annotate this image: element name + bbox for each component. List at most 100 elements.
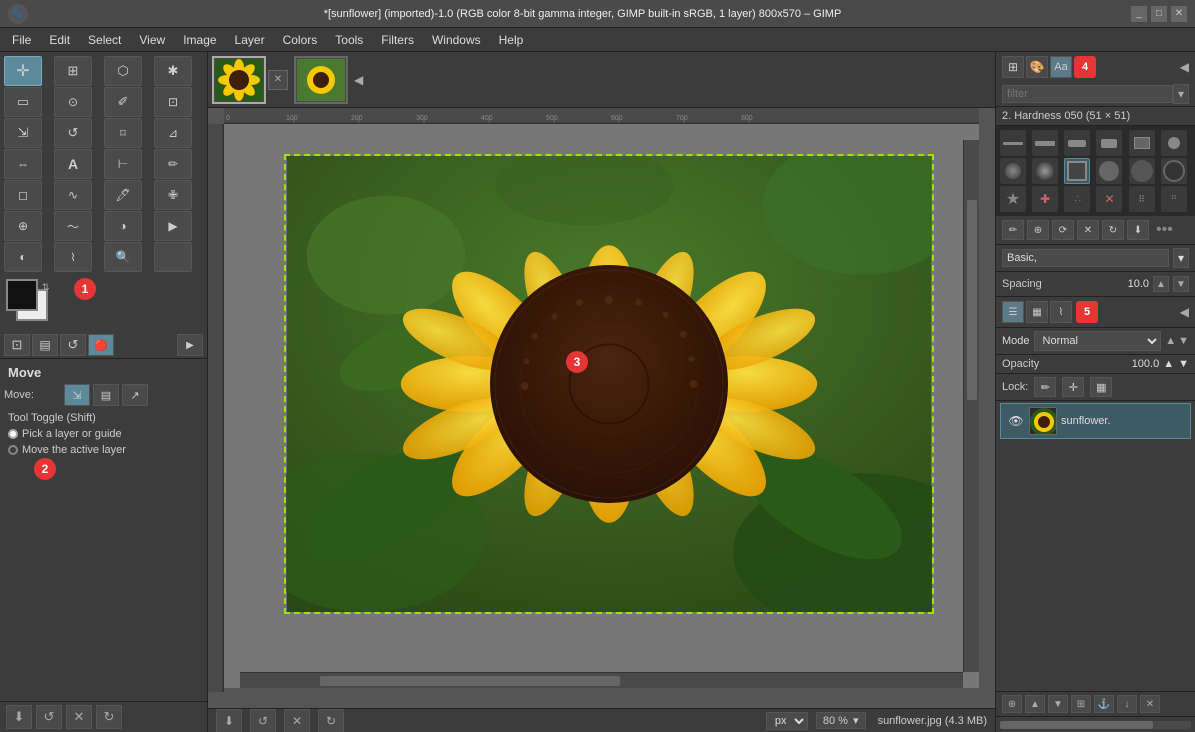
layer-ctrl-raise[interactable]: ▲ bbox=[1025, 695, 1045, 713]
tool-free-select[interactable]: ⬡ bbox=[104, 56, 142, 86]
mode-arrow-up[interactable]: ▲ bbox=[1165, 335, 1176, 347]
move-mode-btn2[interactable]: ▤ bbox=[93, 384, 119, 406]
move-mode-btn3[interactable]: ↗ bbox=[122, 384, 148, 406]
tool-path[interactable]: ⌇ bbox=[54, 242, 92, 272]
menu-view[interactable]: View bbox=[131, 31, 173, 49]
tool-ellipse-select[interactable]: ⊙ bbox=[54, 87, 92, 117]
brush-ctrl-refresh[interactable]: ↻ bbox=[1102, 220, 1124, 240]
tool-color-picker[interactable]: ✐ bbox=[104, 87, 142, 117]
spacing-spin-up[interactable]: ▲ bbox=[1153, 276, 1169, 292]
brush-ctrl-edit[interactable]: ✏ bbox=[1002, 220, 1024, 240]
radio-row-2[interactable]: Move the active layer bbox=[4, 442, 203, 458]
tool-flip[interactable]: ⇔ bbox=[4, 149, 42, 179]
menu-filters[interactable]: Filters bbox=[373, 31, 422, 49]
canvas-nav-left[interactable]: ◀ bbox=[354, 73, 363, 87]
tool-rotate[interactable]: ↺ bbox=[54, 118, 92, 148]
radio-pick-layer[interactable] bbox=[8, 429, 18, 439]
move-mode-btn1[interactable]: ⇲ bbox=[64, 384, 90, 406]
tool-crop[interactable]: ⊡ bbox=[154, 87, 192, 117]
brush-item-cross1[interactable]: ✚ bbox=[1032, 186, 1058, 212]
layer-ctrl-lower[interactable]: ▼ bbox=[1048, 695, 1068, 713]
mode-select[interactable]: Normal bbox=[1034, 331, 1162, 351]
brush-item-line2[interactable] bbox=[1032, 130, 1058, 156]
image-tab-sunflower[interactable] bbox=[212, 56, 266, 104]
window-controls[interactable]: _ □ ✕ bbox=[1131, 6, 1187, 22]
tool-paintbrush[interactable]: ✏ bbox=[154, 149, 192, 179]
menu-image[interactable]: Image bbox=[175, 31, 224, 49]
brush-ctrl-delete[interactable]: ✕ bbox=[1077, 220, 1099, 240]
mode-arrow-down[interactable]: ▼ bbox=[1178, 335, 1189, 347]
v-scrollbar[interactable] bbox=[963, 140, 979, 672]
close-button[interactable]: ✕ bbox=[1171, 6, 1187, 22]
brush-item-star[interactable]: ★ bbox=[1000, 186, 1026, 212]
tb-btn-save[interactable]: ⬇ bbox=[6, 705, 32, 729]
menu-file[interactable]: File bbox=[4, 31, 39, 49]
tool-rect-select[interactable]: ▭ bbox=[4, 87, 42, 117]
brush-item-hard3[interactable] bbox=[1161, 158, 1187, 184]
layer-tab-paths[interactable]: ⌇ bbox=[1050, 301, 1072, 323]
panel-tab-badge-5[interactable]: 5 bbox=[1076, 301, 1098, 323]
unit-selector[interactable]: px bbox=[766, 712, 808, 730]
tool-move[interactable]: ✛ bbox=[4, 56, 42, 86]
tb-btn-close[interactable]: ✕ bbox=[66, 705, 92, 729]
statusbar-redo[interactable]: ↻ bbox=[318, 709, 344, 732]
brush-filter-dropdown[interactable]: ▾ bbox=[1173, 84, 1189, 104]
layer-ctrl-anchor[interactable]: ⚓ bbox=[1094, 695, 1114, 713]
h-scrollbar[interactable] bbox=[240, 672, 963, 688]
spacing-spin-down[interactable]: ▼ bbox=[1173, 276, 1189, 292]
layer-item[interactable]: 👁 sunflower. bbox=[1000, 403, 1191, 439]
layer-ctrl-delete[interactable]: ✕ bbox=[1140, 695, 1160, 713]
tool-eraser[interactable]: ◻ bbox=[4, 180, 42, 210]
tool-clone[interactable]: ⊕ bbox=[4, 211, 42, 241]
layers-panel-collapse[interactable]: ◀ bbox=[1180, 305, 1189, 319]
brush-filter-input[interactable] bbox=[1002, 85, 1173, 103]
tool-dodge-burn[interactable]: ◑ bbox=[104, 211, 142, 241]
color-swap-icon[interactable]: ⇅ bbox=[42, 282, 50, 293]
tool-perspective[interactable]: ⊿ bbox=[154, 118, 192, 148]
tb-btn-redo[interactable]: ↻ bbox=[96, 705, 122, 729]
tool-alignment[interactable]: ⊞ bbox=[54, 56, 92, 86]
tool-ink[interactable]: 🖊 bbox=[104, 180, 142, 210]
v-scrollbar-thumb[interactable] bbox=[967, 200, 977, 400]
brush-item-scatter3[interactable]: ⠛ bbox=[1161, 186, 1187, 212]
opacity-spin-down[interactable]: ▼ bbox=[1178, 358, 1189, 370]
maximize-button[interactable]: □ bbox=[1151, 6, 1167, 22]
menu-help[interactable]: Help bbox=[491, 31, 532, 49]
tool-blend[interactable]: ◐ bbox=[4, 242, 42, 272]
brush-item-line3[interactable] bbox=[1064, 130, 1090, 156]
brushes-panel-collapse[interactable]: ◀ bbox=[1180, 60, 1189, 74]
layer-ctrl-new[interactable]: ⊕ bbox=[1002, 695, 1022, 713]
opts-btn-active[interactable]: 🔴 bbox=[88, 334, 114, 356]
brush-item-hard1[interactable] bbox=[1096, 158, 1122, 184]
lock-pixels-btn[interactable]: ✏ bbox=[1034, 377, 1056, 397]
tool-heal[interactable]: ✙ bbox=[154, 180, 192, 210]
panel-tab-colors[interactable]: 🎨 bbox=[1026, 56, 1048, 78]
tool-smudge[interactable]: 〜 bbox=[54, 211, 92, 241]
menu-layer[interactable]: Layer bbox=[227, 31, 273, 49]
statusbar-icon[interactable]: ⬇ bbox=[216, 709, 242, 732]
mode-arrows[interactable]: ▲ ▼ bbox=[1165, 335, 1189, 347]
tool-measure[interactable]: ⊢ bbox=[104, 149, 142, 179]
brush-item-selected[interactable] bbox=[1064, 158, 1090, 184]
tool-transform[interactable]: ⇲ bbox=[4, 118, 42, 148]
brush-item-soft2[interactable] bbox=[1032, 158, 1058, 184]
radio-move-layer[interactable] bbox=[8, 445, 18, 455]
menu-select[interactable]: Select bbox=[80, 31, 129, 49]
brush-item-scatter2[interactable]: ⠿ bbox=[1129, 186, 1155, 212]
layer-ctrl-copy[interactable]: ⊞ bbox=[1071, 695, 1091, 713]
brush-item-circle1[interactable] bbox=[1161, 130, 1187, 156]
image-canvas[interactable]: 3 bbox=[284, 154, 934, 614]
tool-zoom[interactable]: 🔍 bbox=[104, 242, 142, 272]
lock-position-btn[interactable]: ✛ bbox=[1062, 377, 1084, 397]
right-panel-scrollbar[interactable] bbox=[996, 716, 1195, 732]
brush-item-line1[interactable] bbox=[1000, 130, 1026, 156]
preset-dropdown-btn[interactable]: ▾ bbox=[1173, 248, 1189, 268]
brush-item-line4[interactable] bbox=[1096, 130, 1122, 156]
tool-fuzzy-select[interactable]: ✱ bbox=[154, 56, 192, 86]
brush-ctrl-copy[interactable]: ⟳ bbox=[1052, 220, 1074, 240]
zoom-dropdown[interactable]: ▾ bbox=[853, 715, 859, 727]
brush-ctrl-add[interactable]: ⊕ bbox=[1027, 220, 1049, 240]
foreground-color-box[interactable] bbox=[6, 279, 38, 311]
menu-edit[interactable]: Edit bbox=[41, 31, 78, 49]
opts-btn-grid[interactable]: ▤ bbox=[32, 334, 58, 356]
